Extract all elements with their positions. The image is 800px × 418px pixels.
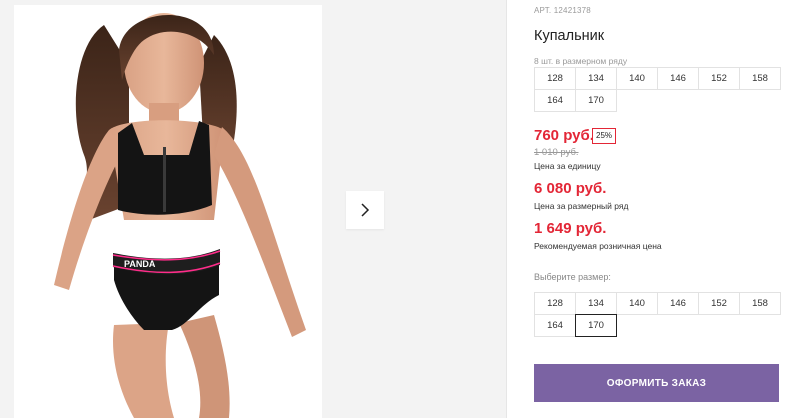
- discount-badge: 25%: [592, 128, 617, 144]
- pack-size-cell: 134: [575, 67, 617, 90]
- size-option[interactable]: 134: [575, 292, 617, 315]
- article-number: АРТ. 12421378: [534, 6, 591, 15]
- product-title: Купальник: [534, 28, 605, 44]
- size-option[interactable]: 158: [739, 292, 781, 315]
- place-order-button[interactable]: ОФОРМИТЬ ЗАКАЗ: [534, 364, 779, 402]
- size-selector-grid: 128 134 140 146 152 158 164 170: [534, 292, 781, 337]
- unit-price: 760 руб.: [534, 127, 594, 144]
- divider: [506, 0, 507, 418]
- size-option[interactable]: 146: [657, 292, 699, 315]
- pack-size-cell: 158: [739, 67, 781, 90]
- pack-size-cell: 152: [698, 67, 740, 90]
- pack-size-cell: 128: [534, 67, 576, 90]
- product-photo[interactable]: PANDA: [14, 5, 322, 418]
- old-price: 1 010 руб.: [534, 147, 579, 158]
- size-option[interactable]: 152: [698, 292, 740, 315]
- size-option[interactable]: 164: [534, 314, 576, 337]
- chevron-right-icon: [361, 203, 370, 217]
- size-option[interactable]: 128: [534, 292, 576, 315]
- pack-size-cell: 170: [575, 89, 617, 112]
- pack-note: 8 шт. в размерном ряду: [534, 56, 628, 66]
- pack-size-cell: 164: [534, 89, 576, 112]
- retail-price-label: Рекомендуемая розничная цена: [534, 241, 662, 251]
- size-option[interactable]: 140: [616, 292, 658, 315]
- pack-size-grid: 128 134 140 146 152 158 164 170: [534, 67, 781, 112]
- pack-size-cell: 140: [616, 67, 658, 90]
- pack-price-label: Цена за размерный ряд: [534, 201, 629, 211]
- size-option-selected[interactable]: 170: [575, 314, 617, 337]
- choose-size-label: Выберите размер:: [534, 272, 611, 282]
- unit-price-label: Цена за единицу: [534, 161, 601, 171]
- retail-price: 1 649 руб.: [534, 220, 607, 237]
- model-illustration: PANDA: [54, 13, 306, 418]
- pack-size-cell: 146: [657, 67, 699, 90]
- product-info-panel: АРТ. 12421378 Купальник 8 шт. в размерно…: [534, 0, 781, 418]
- waistband-brand-text: PANDA: [124, 259, 156, 269]
- next-image-button[interactable]: [346, 191, 384, 229]
- pack-price: 6 080 руб.: [534, 180, 607, 197]
- product-gallery: PANDA: [0, 0, 506, 418]
